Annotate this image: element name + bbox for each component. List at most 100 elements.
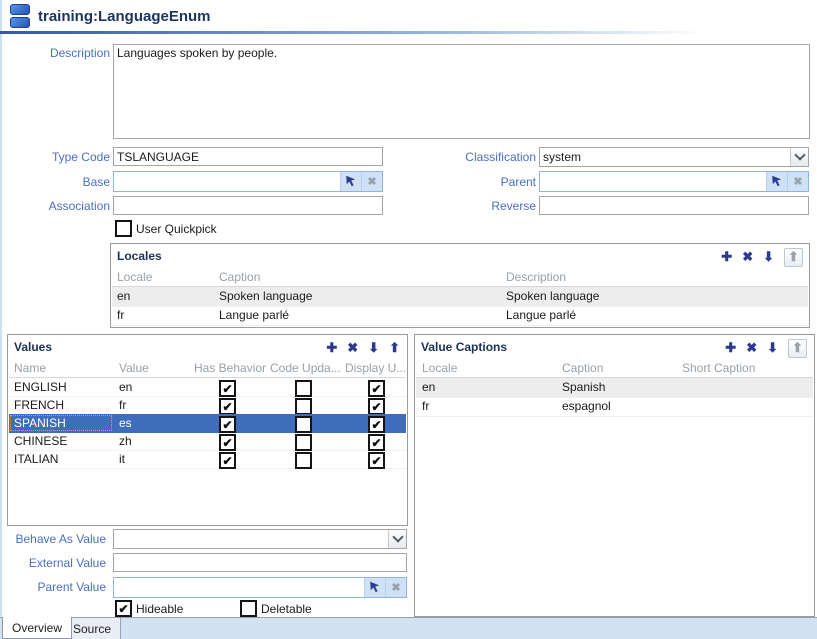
- tab-overview[interactable]: Overview: [2, 617, 72, 639]
- has-behavior-checkbox[interactable]: [219, 434, 236, 451]
- description-label: Description: [0, 46, 110, 60]
- values-row[interactable]: FRENCH fr: [9, 396, 406, 415]
- delete-icon[interactable]: ✖: [742, 249, 753, 265]
- values-title: Values: [14, 340, 52, 354]
- display-updatable-checkbox[interactable]: [368, 452, 385, 469]
- parent-label: Parent: [426, 175, 536, 189]
- base-label: Base: [0, 175, 110, 189]
- values-row[interactable]: CHINESE zh: [9, 432, 406, 451]
- behave-as-value-select[interactable]: [113, 529, 407, 549]
- has-behavior-checkbox[interactable]: [219, 398, 236, 415]
- classification-select[interactable]: system: [539, 147, 809, 167]
- cursor-arrow-icon: [771, 175, 784, 188]
- locale-cell: en: [117, 287, 130, 306]
- code-updatable-checkbox[interactable]: [295, 416, 312, 433]
- base-picker-value: [114, 172, 340, 191]
- enum-editor-window: training:LanguageEnum Description Langua…: [0, 0, 817, 639]
- classification-dropdown-button[interactable]: [790, 148, 808, 166]
- type-code-field[interactable]: [113, 147, 383, 166]
- base-lookup-button[interactable]: [340, 172, 361, 191]
- locales-title: Locales: [117, 249, 162, 263]
- column-header: Name: [14, 361, 46, 375]
- chevron-down-icon: [392, 531, 403, 542]
- parent-clear-button[interactable]: ✖: [787, 172, 808, 191]
- delete-icon[interactable]: ✖: [347, 340, 358, 356]
- delete-icon[interactable]: ✖: [746, 340, 757, 356]
- display-updatable-checkbox[interactable]: [368, 380, 385, 397]
- add-icon[interactable]: ✚: [721, 249, 732, 265]
- parent-picker[interactable]: ✖: [539, 171, 809, 192]
- page-title: training:LanguageEnum: [38, 8, 211, 25]
- parent-value-clear-button[interactable]: ✖: [385, 578, 406, 597]
- move-up-button[interactable]: ⬆: [784, 248, 803, 267]
- description-field[interactable]: Languages spoken by people.: [113, 44, 810, 139]
- description-cell: Spoken language: [506, 287, 599, 306]
- values-row[interactable]: ENGLISH en: [9, 378, 406, 397]
- values-row[interactable]: ITALIAN it: [9, 450, 406, 469]
- value-cell: zh: [119, 432, 132, 450]
- column-header: Short Caption: [682, 361, 755, 375]
- move-down-icon[interactable]: ⬇: [767, 340, 778, 356]
- value-captions-panel: Value Captions ✚ ✖ ⬇ ⬆ Locale Caption Sh…: [414, 334, 815, 617]
- tab-label: Source: [73, 622, 111, 636]
- move-up-icon: ⬆: [788, 249, 799, 265]
- user-quickpick-checkbox[interactable]: [115, 220, 132, 237]
- locales-row[interactable]: fr Langue parlé Langue parlé: [112, 306, 808, 326]
- move-up-icon[interactable]: ⬆: [389, 340, 400, 356]
- add-icon[interactable]: ✚: [326, 340, 337, 356]
- hideable-label: Hideable: [136, 602, 183, 616]
- caption-cell: espagnol: [562, 397, 611, 416]
- header-divider: [0, 31, 705, 34]
- name-cell: ENGLISH: [9, 378, 113, 396]
- window-left-edge: [0, 0, 2, 617]
- column-header: Value: [119, 361, 149, 375]
- caption-cell: Langue parlé: [219, 306, 289, 325]
- bottom-tab-bar: Overview Source: [0, 617, 817, 639]
- name-cell: SPANISH: [9, 414, 113, 432]
- column-header: Has Behavior: [194, 361, 266, 375]
- deletable-checkbox[interactable]: [240, 600, 257, 617]
- has-behavior-checkbox[interactable]: [219, 452, 236, 469]
- cursor-arrow-icon: [345, 175, 358, 188]
- values-panel: Values ✚ ✖ ⬇ ⬆ Name Value Has Behavior C…: [7, 334, 408, 526]
- value-captions-column-headers: Locale Caption Short Caption: [416, 360, 813, 378]
- value-cell: es: [119, 414, 132, 432]
- display-updatable-checkbox[interactable]: [368, 398, 385, 415]
- type-code-label: Type Code: [0, 150, 110, 164]
- display-updatable-checkbox[interactable]: [368, 434, 385, 451]
- code-updatable-checkbox[interactable]: [295, 452, 312, 469]
- parent-value-label: Parent Value: [0, 580, 106, 594]
- reverse-field[interactable]: [539, 196, 809, 215]
- code-updatable-checkbox[interactable]: [295, 398, 312, 415]
- values-row[interactable]: SPANISH es: [9, 414, 406, 433]
- locales-row[interactable]: en Spoken language Spoken language: [112, 287, 808, 307]
- parent-value-lookup-button[interactable]: [364, 578, 385, 597]
- locales-panel: Locales ✚ ✖ ⬇ ⬆ Locale Caption Descripti…: [110, 243, 810, 328]
- association-label: Association: [0, 199, 110, 213]
- add-icon[interactable]: ✚: [725, 340, 736, 356]
- parent-picker-value: [540, 172, 766, 191]
- display-updatable-checkbox[interactable]: [368, 416, 385, 433]
- value-captions-title: Value Captions: [421, 340, 507, 354]
- behave-as-value-dropdown-button[interactable]: [388, 530, 406, 548]
- deletable-label: Deletable: [261, 602, 312, 616]
- has-behavior-checkbox[interactable]: [219, 416, 236, 433]
- move-up-button[interactable]: ⬆: [788, 339, 807, 358]
- external-value-field[interactable]: [113, 553, 407, 572]
- move-down-icon[interactable]: ⬇: [368, 340, 379, 356]
- code-updatable-checkbox[interactable]: [295, 380, 312, 397]
- parent-value-picker[interactable]: ✖: [113, 577, 407, 598]
- reverse-label: Reverse: [426, 199, 536, 213]
- hideable-checkbox[interactable]: [115, 600, 132, 617]
- value-captions-row[interactable]: en Spanish: [416, 378, 813, 398]
- external-value-label: External Value: [0, 556, 106, 570]
- classification-label: Classification: [426, 150, 536, 164]
- value-captions-row[interactable]: fr espagnol: [416, 397, 813, 417]
- move-down-icon[interactable]: ⬇: [763, 249, 774, 265]
- parent-lookup-button[interactable]: [766, 172, 787, 191]
- base-clear-button[interactable]: ✖: [361, 172, 382, 191]
- association-field[interactable]: [113, 196, 383, 215]
- code-updatable-checkbox[interactable]: [295, 434, 312, 451]
- base-picker[interactable]: ✖: [113, 171, 383, 192]
- has-behavior-checkbox[interactable]: [219, 380, 236, 397]
